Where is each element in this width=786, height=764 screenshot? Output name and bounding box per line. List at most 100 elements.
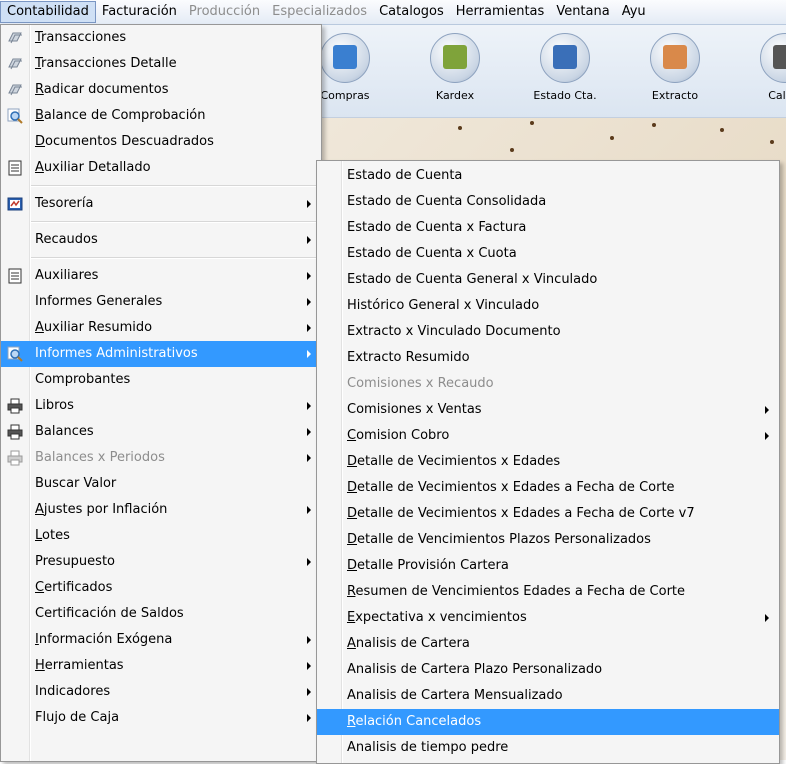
toolbar-button-calcul[interactable]: Calcul (740, 33, 786, 113)
menu-item-label: Libros (35, 398, 74, 413)
submenu-item-detalle-de-vecimientos-x-edades[interactable]: Detalle de Vecimientos x Edades (317, 449, 779, 475)
submenu-item-detalle-de-vecimientos-x-edades-a-fecha-de-corte[interactable]: Detalle de Vecimientos x Edades a Fecha … (317, 475, 779, 501)
menu-item-transacciones[interactable]: Transacciones (1, 25, 321, 51)
toolbar-button-extracto[interactable]: Extracto (630, 33, 720, 113)
menu-item-label: Certificados (35, 580, 113, 595)
toolbar-button-estado-cta[interactable]: Estado Cta. (520, 33, 610, 113)
menu-item-balance-de-comprobacion[interactable]: Balance de Comprobación (1, 103, 321, 129)
menu-item-label: Radicar documentos (35, 82, 169, 97)
menu-item-label: Documentos Descuadrados (35, 134, 214, 149)
submenu-arrow-icon (307, 454, 311, 462)
submenu-item-estado-de-cuenta-x-cuota[interactable]: Estado de Cuenta x Cuota (317, 241, 779, 267)
document-icon (650, 33, 700, 83)
menu-item-label: Comprobantes (35, 372, 131, 387)
treasury-icon (7, 196, 23, 212)
submenu-item-analisis-de-tiempo-pedre[interactable]: Analisis de tiempo pedre (317, 735, 779, 761)
menu-item-comprobantes[interactable]: Comprobantes (1, 367, 321, 393)
submenu-item-label: Comisiones x Recaudo (347, 376, 494, 391)
submenu-item-label: Histórico General x Vinculado (347, 298, 540, 313)
menu-item-flujo-de-caja[interactable]: Flujo de Caja (1, 705, 321, 731)
submenu-item-expectativa-x-vencimientos[interactable]: Expectativa x vencimientos (317, 605, 779, 631)
menu-item-transacciones-detalle[interactable]: Transacciones Detalle (1, 51, 321, 77)
menu-item-informacion-exogena[interactable]: Información Exógena (1, 627, 321, 653)
menu-item-balances-x-periodos[interactable]: Balances x Periodos (1, 445, 321, 471)
submenu-item-comisiones-x-recaudo[interactable]: Comisiones x Recaudo (317, 371, 779, 397)
menu-separator (31, 185, 319, 187)
submenu-item-historico-general-x-vinculado[interactable]: Histórico General x Vinculado (317, 293, 779, 319)
menu-item-balances[interactable]: Balances (1, 419, 321, 445)
menu-item-certificacion-de-saldos[interactable]: Certificación de Saldos (1, 601, 321, 627)
submenu-item-label: Analisis de Cartera Mensualizado (347, 688, 563, 703)
menu-item-documentos-descuadrados[interactable]: Documentos Descuadrados (1, 129, 321, 155)
submenu-item-analisis-de-cartera[interactable]: Analisis de Cartera (317, 631, 779, 657)
submenu-item-label: Analisis de tiempo pedre (347, 740, 509, 755)
menu-item-libros[interactable]: Libros (1, 393, 321, 419)
menubar-item-catalogos[interactable]: Catalogos (373, 2, 450, 22)
menu-separator (31, 257, 319, 259)
submenu-item-detalle-provision-cartera[interactable]: Detalle Provisión Cartera (317, 553, 779, 579)
menubar-item-produccion[interactable]: Producción (183, 2, 266, 22)
menubar-item-ventana[interactable]: Ventana (550, 2, 615, 22)
menu-item-label: Auxiliares (35, 268, 99, 283)
menu-item-label: Transacciones (35, 30, 127, 45)
submenu-item-extracto-x-vinculado-documento[interactable]: Extracto x Vinculado Documento (317, 319, 779, 345)
submenu-arrow-icon (307, 558, 311, 566)
toolbar-button-label: Calcul (768, 89, 786, 102)
menu-item-herramientas[interactable]: Herramientas (1, 653, 321, 679)
menu-item-label: Indicadores (35, 684, 111, 699)
menubar-item-facturacion[interactable]: Facturación (96, 2, 183, 22)
submenu-item-detalle-de-vencimientos-plazos-personalizados[interactable]: Detalle de Vencimientos Plazos Personali… (317, 527, 779, 553)
submenu-item-resumen-de-vencimientos-edades-a-fecha-de-corte[interactable]: Resumen de Vencimientos Edades a Fecha d… (317, 579, 779, 605)
truck-icon (320, 33, 370, 83)
submenu-item-label: Relación Cancelados (347, 714, 482, 729)
menubar-item-ayu[interactable]: Ayu (616, 2, 652, 22)
submenu-item-label: Detalle Provisión Cartera (347, 558, 509, 573)
submenu-arrow-icon (307, 272, 311, 280)
submenu-item-label: Estado de Cuenta Consolidada (347, 194, 547, 209)
menu-item-label: Transacciones Detalle (35, 56, 177, 71)
submenu-item-comisiones-x-ventas[interactable]: Comisiones x Ventas (317, 397, 779, 423)
submenu-arrow-icon (307, 200, 311, 208)
menu-item-recaudos[interactable]: Recaudos (1, 227, 321, 253)
printer-icon (7, 424, 23, 440)
menu-item-label: Buscar Valor (35, 476, 117, 491)
submenu-item-comision-cobro[interactable]: Comision Cobro (317, 423, 779, 449)
menubar-item-herramientas[interactable]: Herramientas (450, 2, 551, 22)
menu-item-buscar-valor[interactable]: Buscar Valor (1, 471, 321, 497)
submenu-item-label: Detalle de Vecimientos x Edades a Fecha … (347, 506, 695, 521)
menubar-item-contabilidad[interactable]: Contabilidad (0, 1, 96, 23)
menu-item-auxiliar-detallado[interactable]: Auxiliar Detallado (1, 155, 321, 181)
submenu-item-extracto-resumido[interactable]: Extracto Resumido (317, 345, 779, 371)
menu-item-presupuesto[interactable]: Presupuesto (1, 549, 321, 575)
menu-item-auxiliar-resumido[interactable]: Auxiliar Resumido (1, 315, 321, 341)
submenu-item-estado-de-cuenta-x-factura[interactable]: Estado de Cuenta x Factura (317, 215, 779, 241)
submenu-item-analisis-de-cartera-mensualizado[interactable]: Analisis de Cartera Mensualizado (317, 683, 779, 709)
menu-item-tesoreria[interactable]: Tesorería (1, 191, 321, 217)
menu-item-auxiliares[interactable]: Auxiliares (1, 263, 321, 289)
menu-item-radicar-documentos[interactable]: Radicar documentos (1, 77, 321, 103)
submenu-item-estado-de-cuenta-general-x-vinculado[interactable]: Estado de Cuenta General x Vinculado (317, 267, 779, 293)
menu-item-label: Informes Administrativos (35, 346, 198, 361)
menu-item-informes-administrativos[interactable]: Informes Administrativos (1, 341, 321, 367)
menubar-item-especializados[interactable]: Especializados (266, 2, 373, 22)
submenu-item-label: Detalle de Vecimientos x Edades a Fecha … (347, 480, 675, 495)
menu-item-label: Balance de Comprobación (35, 108, 206, 123)
menu-item-label: Presupuesto (35, 554, 115, 569)
submenu-item-estado-de-cuenta-consolidada[interactable]: Estado de Cuenta Consolidada (317, 189, 779, 215)
submenu-item-detalle-de-vecimientos-x-edades-a-fecha-de-corte-v7[interactable]: Detalle de Vecimientos x Edades a Fecha … (317, 501, 779, 527)
calculator-icon (760, 33, 786, 83)
submenu-item-analisis-de-cartera-plazo-personalizado[interactable]: Analisis de Cartera Plazo Personalizado (317, 657, 779, 683)
menu-item-informes-generales[interactable]: Informes Generales (1, 289, 321, 315)
submenu-item-estado-de-cuenta[interactable]: Estado de Cuenta (317, 163, 779, 189)
menu-item-ajustes-por-inflacion[interactable]: Ajustes por Inflación (1, 497, 321, 523)
menu-item-indicadores[interactable]: Indicadores (1, 679, 321, 705)
menu-item-label: Información Exógena (35, 632, 173, 647)
toolbar-button-kardex[interactable]: Kardex (410, 33, 500, 113)
menu-item-lotes[interactable]: Lotes (1, 523, 321, 549)
menu-item-certificados[interactable]: Certificados (1, 575, 321, 601)
submenu-item-label: Analisis de Cartera (347, 636, 470, 651)
submenu-arrow-icon (765, 432, 769, 440)
submenu-item-label: Resumen de Vencimientos Edades a Fecha d… (347, 584, 686, 599)
submenu-item-relacion-cancelados[interactable]: Relación Cancelados (317, 709, 779, 735)
submenu-arrow-icon (307, 506, 311, 514)
